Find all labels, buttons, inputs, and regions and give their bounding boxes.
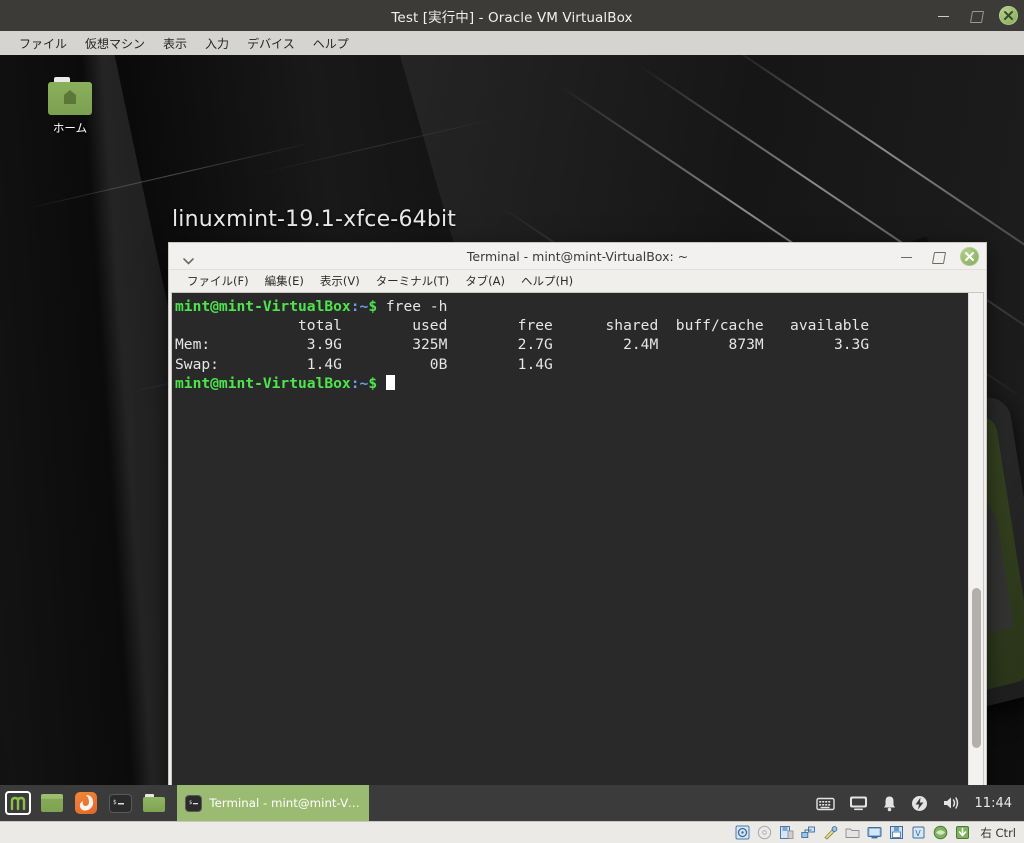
terminal-scrollbar-thumb[interactable] [972,588,981,748]
terminal-window: Terminal - mint@mint-VirtualBox: ~ ファイル(… [168,242,987,811]
terminal-window-controls [898,243,979,270]
term-menu-help[interactable]: ヘルプ(H) [513,271,581,291]
guest-screen: ホーム linuxmint-19.1-xfce-64bit Terminal -… [0,55,1024,821]
launcher-window-list[interactable] [35,786,69,820]
volume-icon[interactable] [942,795,961,811]
task-label: Terminal - mint@mint-Virtua... [209,796,361,810]
terminal-minimize-icon[interactable] [898,248,916,266]
prompt-path-2: :~ [350,374,369,392]
terminal-title: Terminal - mint@mint-VirtualBox: ~ [466,248,689,264]
menu-file[interactable]: ファイル [10,32,76,55]
prompt-user: mint@mint-VirtualBox [175,298,351,315]
taskbar-task-terminal[interactable]: $ Terminal - mint@mint-Virtua... [177,785,369,821]
svg-text:V: V [915,829,921,838]
virtualbox-statusbar: V 右 Ctrl [0,821,1024,843]
display-icon[interactable] [849,795,868,811]
display-capture-icon[interactable] [866,825,882,841]
window-controls [935,0,1018,31]
terminal-screen[interactable]: mint@mint-VirtualBox:~$ free -h total us… [172,293,967,807]
svg-text:$: $ [113,799,117,806]
minimize-icon[interactable] [935,7,953,25]
home-folder-icon [48,77,92,115]
host-key-label: 右 Ctrl [980,825,1016,840]
launcher-file-manager[interactable] [137,786,171,820]
menu-input[interactable]: 入力 [196,32,238,55]
menu-view[interactable]: 表示 [154,32,196,55]
usb-icon[interactable] [822,825,838,841]
term-menu-tabs[interactable]: タブ(A) [457,271,513,291]
terminal-close-icon[interactable] [960,247,979,266]
power-icon[interactable] [911,795,928,812]
screen: Test [実行中] - Oracle VM VirtualBox ファイル 仮… [0,0,1024,843]
term-menu-view[interactable]: 表示(V) [312,271,368,291]
terminal-scrollbar[interactable] [968,293,983,807]
floppy-disk-icon[interactable] [778,825,794,841]
launcher-firefox[interactable] [69,786,103,820]
window-title: Test [実行中] - Oracle VM VirtualBox [391,9,633,26]
prompt-symbol-2: $ [368,374,378,392]
terminal-prompt-line-2: mint@mint-VirtualBox:~$ [175,374,967,393]
virtualbox-titlebar: Test [実行中] - Oracle VM VirtualBox [0,0,1024,31]
virtualbox-menubar: ファイル 仮想マシン 表示 入力 デバイス ヘルプ [0,31,1024,55]
terminal-menubar: ファイル(F) 編集(E) 表示(V) ターミナル(T) タブ(A) ヘルプ(H… [169,270,986,292]
terminal-cursor [385,374,395,390]
terminal-icon: $ [108,793,132,813]
notifications-bell-icon[interactable] [882,795,897,812]
firefox-icon [75,792,97,814]
mouse-integration-icon[interactable] [932,825,948,841]
optical-disk-icon[interactable] [756,825,772,841]
menu-help[interactable]: ヘルプ [304,32,358,55]
shared-folders-icon[interactable] [844,825,860,841]
host-key-icon[interactable] [954,825,970,841]
terminal-prompt-line: mint@mint-VirtualBox:~$ free -h [175,297,967,316]
taskbar: $ $ Terminal - mint@mint-Virtua... [0,785,1024,821]
prompt-user-2: mint@mint-VirtualBox [175,374,351,392]
green-window-icon [41,794,63,812]
svg-text:$: $ [189,800,192,806]
terminal-titlebar: Terminal - mint@mint-VirtualBox: ~ [169,243,986,270]
taskbar-clock[interactable]: 11:44 [975,796,1012,811]
chevron-down-icon[interactable] [183,250,194,269]
prompt-symbol: $ [368,298,378,315]
term-menu-edit[interactable]: 編集(E) [257,271,312,291]
mint-menu-icon[interactable] [1,786,35,820]
recording-icon[interactable] [888,825,904,841]
desktop-icon-label: ホーム [52,121,88,135]
terminal-maximize-icon[interactable] [929,248,947,266]
hard-disk-icon[interactable] [734,825,750,841]
menu-devices[interactable]: デバイス [238,32,304,55]
menu-machine[interactable]: 仮想マシン [76,32,154,55]
prompt-path: :~ [350,298,369,315]
wallpaper-watermark: linuxmint-19.1-xfce-64bit [172,207,457,232]
terminal-command: free -h [377,298,448,315]
system-tray: 11:44 [815,795,1024,812]
virtualization-icon[interactable]: V [910,825,926,841]
task-terminal-icon: $ [185,794,203,812]
term-menu-file[interactable]: ファイル(F) [179,271,257,291]
close-icon[interactable] [999,6,1018,25]
free-output-row-swap: Swap: 1.4G 0B 1.4G [175,355,553,373]
folder-icon [143,794,165,812]
term-menu-terminal[interactable]: ターミナル(T) [368,271,458,291]
launcher-terminal[interactable]: $ [103,786,137,820]
network-icon[interactable] [800,825,816,841]
desktop-icon-home[interactable]: ホーム [38,77,102,136]
terminal-body[interactable]: mint@mint-VirtualBox:~$ free -h total us… [171,292,984,808]
keyboard-layout-icon[interactable] [815,795,835,811]
restore-icon[interactable] [967,7,985,25]
free-output-row-mem: Mem: 3.9G 325M 2.7G 2.4M 873M 3.3G [175,336,870,354]
free-output-header: total used free shared buff/cache availa… [175,317,870,335]
